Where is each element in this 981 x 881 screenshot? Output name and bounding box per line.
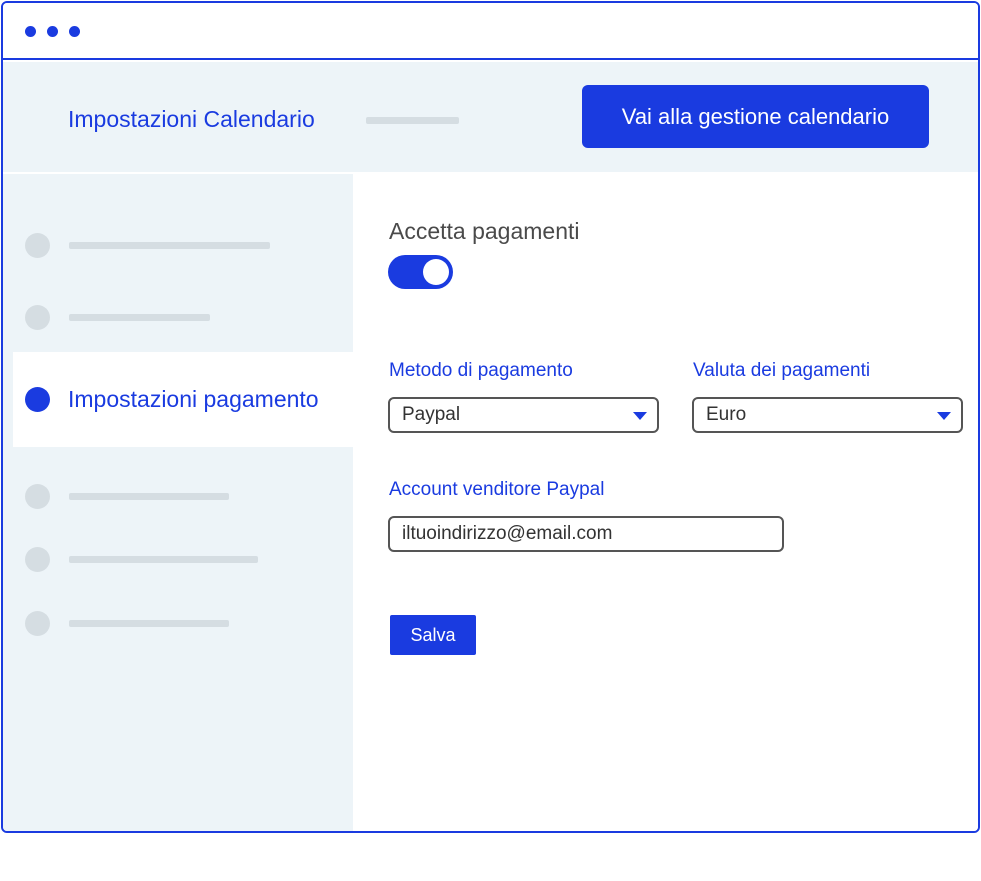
- chevron-down-icon: [633, 412, 647, 420]
- page-title: Impostazioni Calendario: [68, 106, 315, 132]
- app-window: Impostazioni Calendario Vai alla gestion…: [1, 1, 980, 833]
- save-button[interactable]: Salva: [390, 615, 476, 655]
- page-header: Impostazioni Calendario Vai alla gestion…: [3, 62, 978, 172]
- accept-payments-toggle[interactable]: [388, 255, 453, 289]
- toggle-knob: [423, 259, 449, 285]
- sidebar-item-placeholder-bar: [69, 620, 229, 627]
- sidebar-item-placeholder[interactable]: [3, 534, 353, 584]
- paypal-account-input[interactable]: [388, 516, 784, 552]
- title-bar: [3, 3, 978, 60]
- manage-calendar-button[interactable]: Vai alla gestione calendario: [582, 85, 929, 148]
- sidebar-item-placeholder[interactable]: [3, 220, 353, 270]
- payment-method-select[interactable]: Paypal: [388, 397, 659, 433]
- sidebar-item-payment-settings[interactable]: Impostazioni pagamento: [13, 352, 353, 447]
- window-dot-icon: [25, 26, 36, 37]
- header-placeholder-bar: [366, 117, 459, 124]
- sidebar: Impostazioni pagamento: [3, 174, 353, 831]
- accept-payments-label: Accetta pagamenti: [389, 218, 580, 244]
- sidebar-item-active-icon: [25, 387, 50, 412]
- sidebar-item-placeholder-bar: [69, 493, 229, 500]
- sidebar-item-icon: [25, 547, 50, 572]
- sidebar-item-placeholder[interactable]: [3, 471, 353, 521]
- sidebar-item-label: Impostazioni pagamento: [68, 386, 319, 412]
- payment-method-value: Paypal: [402, 404, 461, 425]
- window-dot-icon: [69, 26, 80, 37]
- sidebar-item-placeholder-bar: [69, 556, 258, 563]
- payment-currency-value: Euro: [706, 404, 747, 425]
- payment-currency-select[interactable]: Euro: [692, 397, 963, 433]
- sidebar-item-icon: [25, 611, 50, 636]
- sidebar-item-placeholder-bar: [69, 314, 210, 321]
- paypal-account-label: Account venditore Paypal: [389, 479, 605, 500]
- window-dot-icon: [47, 26, 58, 37]
- sidebar-item-icon: [25, 305, 50, 330]
- chevron-down-icon: [937, 412, 951, 420]
- payment-settings-panel: Accetta pagamenti Metodo di pagamento Pa…: [353, 174, 978, 831]
- payment-method-label: Metodo di pagamento: [389, 360, 573, 381]
- sidebar-item-icon: [25, 484, 50, 509]
- sidebar-item-placeholder[interactable]: [3, 292, 353, 342]
- sidebar-item-placeholder[interactable]: [3, 598, 353, 648]
- sidebar-item-icon: [25, 233, 50, 258]
- payment-currency-label: Valuta dei pagamenti: [693, 360, 871, 381]
- sidebar-item-placeholder-bar: [69, 242, 270, 249]
